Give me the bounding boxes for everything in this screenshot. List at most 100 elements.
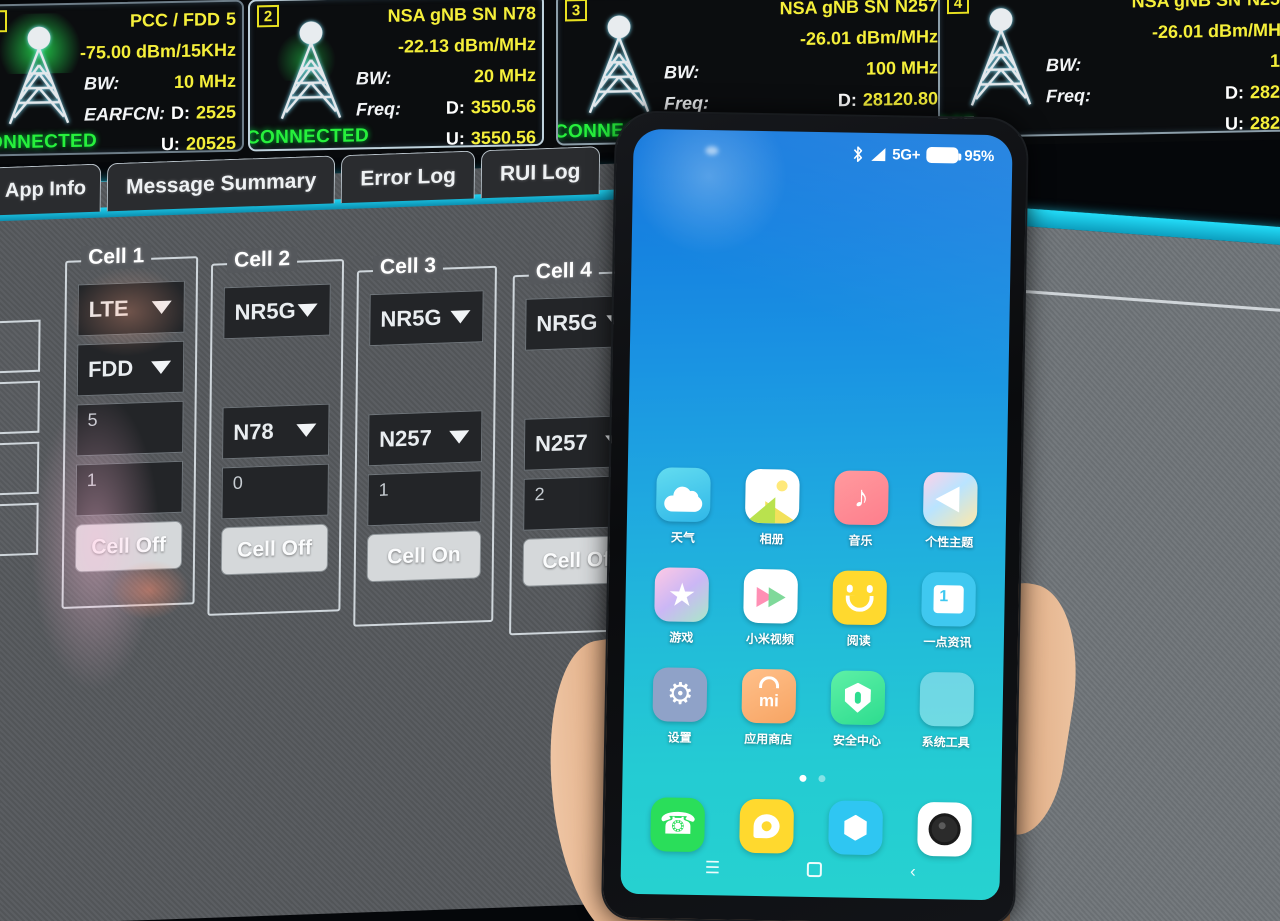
cell3-tech-select[interactable]: NR5G — [369, 290, 484, 347]
recents-icon[interactable]: ☰ — [705, 858, 720, 877]
cell3-cellid-input[interactable]: 1 — [367, 470, 482, 527]
app-games[interactable]: ★ 游戏 — [637, 567, 727, 647]
camera-icon — [916, 801, 972, 857]
dock-camera[interactable] — [899, 801, 989, 858]
app-label: 应用商店 — [744, 731, 793, 747]
app-music[interactable]: ♪ 音乐 — [816, 470, 906, 550]
bw-label: BW: — [84, 72, 120, 94]
app-settings[interactable]: ⚙ 设置 — [635, 667, 725, 747]
bw-value: 10 MHz — [173, 70, 236, 92]
chevron-down-icon — [151, 300, 172, 315]
cell3-toggle-button[interactable]: Cell On — [366, 530, 482, 583]
cell-status-panel-4[interactable]: 4 NSA gNB SNN257 -26.01 dBm/MHz BW:10 Fr… — [938, 0, 1280, 139]
app-store[interactable]: mi 应用商店 — [724, 668, 814, 748]
home-square-icon[interactable] — [807, 861, 823, 877]
bw-value: 100 MHz — [865, 57, 938, 79]
chevron-down-icon — [297, 303, 318, 318]
cell4-tech-value: NR5G — [536, 309, 598, 337]
cell2-band-select[interactable]: N78 — [222, 403, 330, 460]
cell-group-1-fields: LTE FDD 5 1 Cell Off — [74, 280, 185, 573]
system-tools-folder-icon — [919, 671, 974, 727]
bw-value: 20 MHz — [473, 64, 536, 87]
ul-label: U: — [160, 133, 180, 155]
app-label: 音乐 — [848, 533, 873, 549]
panel-power: -75.00 dBm/15KHz — [79, 39, 236, 63]
cell-group-4-legend: Cell 4 — [528, 258, 600, 285]
cell2-tech-select[interactable]: NR5G — [223, 283, 331, 340]
chevron-down-icon — [449, 430, 470, 444]
dock-browser[interactable] — [811, 800, 901, 856]
dl-value: 28120.80 — [862, 88, 938, 110]
app-themes[interactable]: 个性主题 — [905, 471, 995, 552]
cell1-duplex-select[interactable]: FDD — [76, 340, 185, 397]
tab-error-log[interactable]: Error Log — [341, 150, 476, 204]
freq-label: Freq: — [1046, 85, 1091, 107]
cell4-cellid-value: 2 — [534, 484, 545, 505]
cell2-toggle-button[interactable]: Cell Off — [220, 523, 329, 576]
app-label: 阅读 — [846, 633, 871, 648]
app-label: 个性主题 — [925, 534, 974, 550]
page-indicator[interactable] — [622, 772, 1001, 786]
app-reading[interactable]: 阅读 — [814, 570, 904, 650]
cell2-cellid-input[interactable]: 0 — [221, 463, 329, 520]
panel-power: -26.01 dBm/MHz — [799, 26, 938, 49]
panel-title: NSA gNB SN — [779, 0, 889, 19]
cell-group-3-legend: Cell 3 — [372, 253, 444, 281]
dl-label: D: — [170, 102, 190, 124]
cell-group-3: Cell 3 NR5G N257 1 Cell On — [353, 253, 497, 627]
app-weather[interactable]: 天气 — [639, 467, 729, 547]
panel-readouts: NSA gNB SNN257 -26.01 dBm/MHz BW:10 Freq… — [938, 0, 1280, 138]
cell-group-1: Cell 1 LTE FDD 5 1 Cell Off — [61, 243, 199, 609]
app-label: 一点资讯 — [923, 634, 972, 650]
bw-label: BW: — [664, 61, 700, 83]
cell1-band-input[interactable]: 5 — [76, 400, 184, 457]
weather-icon — [656, 467, 712, 523]
ul-label: U: — [1224, 113, 1244, 134]
settings-icon: ⚙ — [652, 667, 708, 723]
back-icon[interactable]: ‹ — [910, 861, 916, 880]
ul-value: 2822 — [1249, 112, 1280, 134]
tab-rui-log[interactable]: RUI Log — [480, 146, 600, 199]
panel-title: NSA gNB SN — [387, 3, 497, 26]
page-dot-active[interactable] — [798, 774, 807, 782]
app-label: 游戏 — [669, 630, 694, 645]
freq-label: EARFCN: — [83, 103, 165, 125]
cell-status-panel-2[interactable]: 2 NSA gNB SN N78 -22.13 dBm/MHz BW: 20 MHz… — [248, 0, 544, 152]
cell1-tech-select[interactable]: LTE — [77, 280, 185, 337]
cell-group-3-fields: NR5G N257 1 Cell On — [366, 290, 484, 583]
cell2-duplex-placeholder — [223, 344, 331, 400]
app-mi-video[interactable]: 小米视频 — [726, 568, 816, 648]
cell1-toggle-button[interactable]: Cell Off — [74, 520, 183, 573]
cell-status-panel-1[interactable]: 1 PCC / FDD5 -75.00 dBm/15KHz BW:10 MHz … — [0, 0, 244, 157]
dl-value: 2525 — [195, 101, 236, 123]
connection-state: CONNECTED — [0, 130, 98, 154]
app-system-tools[interactable]: 系统工具 — [901, 671, 991, 752]
chevron-down-icon — [296, 423, 317, 438]
phone-icon: ☎ — [650, 797, 706, 853]
phone-nav-bar: ☰ ‹ — [621, 846, 1001, 893]
app-gallery[interactable]: 相册 — [727, 468, 817, 548]
phone-screen[interactable]: 5G+ 95% 天气 相册 ♪ 音乐 个性主题 ★ 游戏 小米视频 阅读 1 一… — [620, 128, 1013, 901]
cell3-duplex-placeholder — [369, 350, 484, 406]
cell-group-2: Cell 2 NR5G N78 0 Cell Off — [207, 246, 345, 616]
app-news[interactable]: 一点资讯 — [903, 571, 993, 652]
label-band — [0, 441, 40, 499]
app-label: 设置 — [667, 730, 692, 745]
dock-phone[interactable]: ☎ — [633, 797, 723, 853]
app-security[interactable]: 安全中心 — [812, 670, 902, 750]
music-icon: ♪ — [833, 470, 889, 526]
security-icon — [830, 670, 886, 726]
cell2-tech-value: NR5G — [234, 297, 296, 325]
tab-message-summary[interactable]: Message Summary — [106, 155, 336, 212]
cell4-band-value: N257 — [534, 429, 588, 457]
network-type-label: 5G+ — [892, 145, 921, 164]
bw-label: BW: — [1046, 54, 1082, 76]
panel-power: -22.13 dBm/MHz — [397, 33, 536, 57]
dock-messages[interactable] — [722, 798, 812, 854]
themes-icon — [922, 471, 978, 527]
cell3-band-select[interactable]: N257 — [367, 410, 483, 467]
page-dot[interactable] — [817, 775, 826, 783]
smartphone[interactable]: 5G+ 95% 天气 相册 ♪ 音乐 个性主题 ★ 游戏 小米视频 阅读 1 一… — [603, 112, 1027, 921]
cell1-cellid-input[interactable]: 1 — [75, 460, 184, 517]
tab-app-info[interactable]: App Info — [0, 163, 102, 216]
